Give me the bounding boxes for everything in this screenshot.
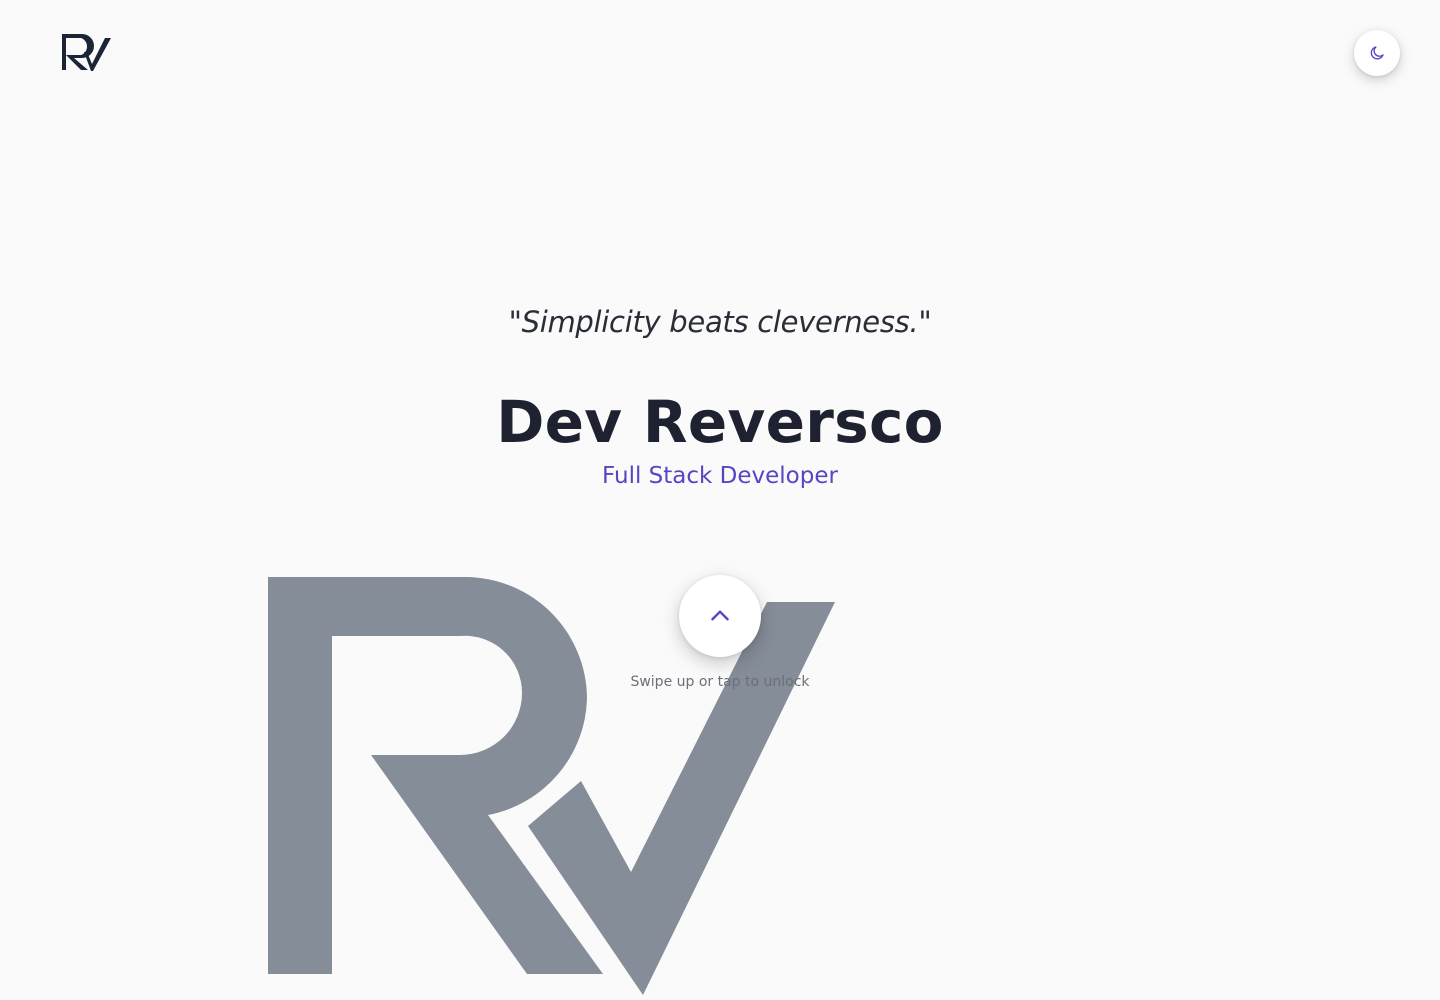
chevron-up-icon	[711, 610, 729, 621]
theme-toggle-button[interactable]	[1354, 30, 1400, 76]
moon-icon	[1370, 46, 1384, 60]
hero-quote: "Simplicity beats cleverness."	[508, 305, 932, 339]
unlock-button[interactable]	[679, 575, 761, 657]
hero-role: Full Stack Developer	[602, 463, 838, 489]
rv-logo-icon	[62, 34, 111, 71]
unlock-hint: Swipe up or tap to unlock	[630, 674, 810, 690]
site-logo[interactable]	[60, 33, 114, 73]
rv-watermark-graphic	[268, 577, 835, 995]
hero-name: Dev Reversco	[496, 388, 944, 456]
